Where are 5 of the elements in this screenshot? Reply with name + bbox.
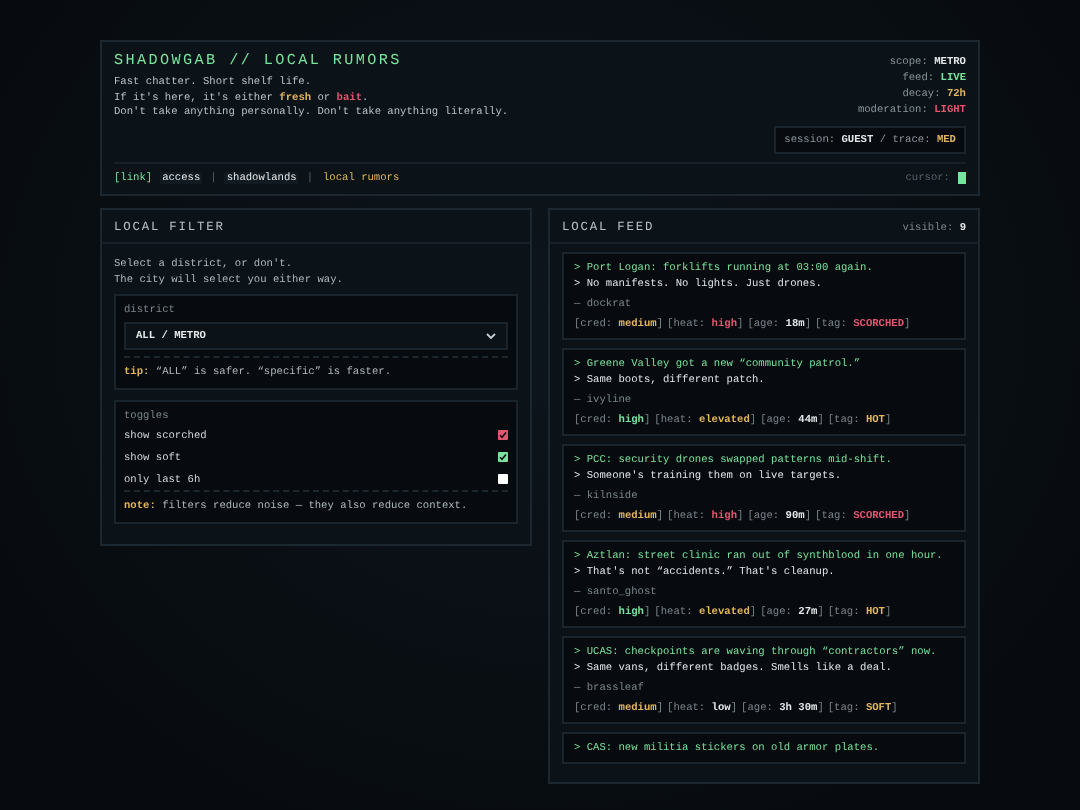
- checkbox[interactable]: [498, 474, 508, 484]
- chevron-down-icon: [486, 332, 496, 340]
- checkbox[interactable]: [498, 430, 508, 440]
- checkbox[interactable]: [498, 452, 508, 462]
- cursor-block: [958, 172, 966, 184]
